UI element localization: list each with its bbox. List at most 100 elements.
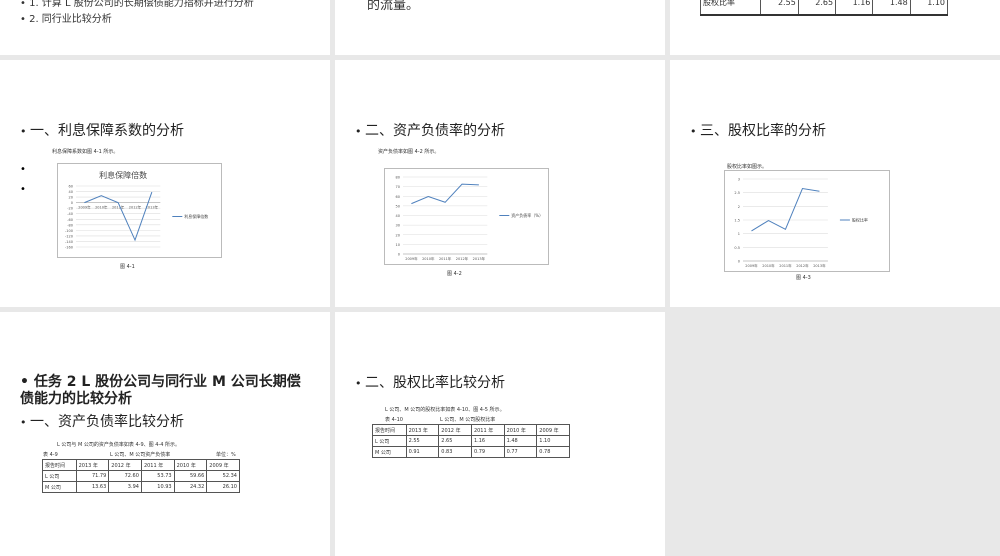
bullet-empty: • [20,164,26,175]
x-tick-label: 2013年 [813,263,826,268]
table-row: 报告时间 2013 年 2012 年 2011 年 2010 年 2009 年 [372,424,570,436]
table-cell: L 公司 [42,470,77,482]
x-tick-label: 2011年 [112,205,125,210]
table-cell: M 公司 [42,481,77,493]
x-tick-label: 2012年 [129,205,142,210]
equity-ratio-compare-table: 报告时间 2013 年 2012 年 2011 年 2010 年 2009 年L 公司 2.… [372,424,570,458]
table-cell: 2.55 [760,0,799,15]
y-tick-label: -40 [67,212,73,216]
chart-equity-ratio: 0 0.5 1 1.5 2 2.5 3 2009年 2010年 2011年 2012年 2013年 股权… [724,170,890,272]
slide-thumbnail-2[interactable]: 的流量。 [335,0,665,55]
x-tick-label: 2013年 [473,256,486,261]
x-tick-label: 2009年 [745,263,758,268]
y-tick-label: -80 [67,223,73,227]
table-cell: 报告时间 [42,459,77,471]
table-cell: 0.91 [405,446,440,458]
figure-label: 图 4-3 [796,275,811,281]
y-tick-label: 10 [396,243,400,247]
table-cell: 72.60 [108,470,142,482]
table-cell: 24.32 [173,481,208,493]
chart-title: 利息保障倍数 [99,170,147,180]
figure-label: 图 4-1 [120,264,135,270]
table-cell: 2009 年 [206,459,240,471]
table-title: L 公司、M 公司股权比率 [440,417,496,423]
slide-heading: 三、股权比率的分析 [690,120,826,140]
y-tick-label: -140 [65,240,73,244]
series-line [84,191,153,242]
y-tick-label: 40 [69,190,73,194]
table-cell: 2010 年 [503,424,538,436]
table-cell: 1.16 [470,435,505,447]
table-cell: 26.10 [206,481,240,493]
series-line [411,183,479,205]
table-row: 报告时间 2013 年 2012 年 2011 年 2010 年 2009 年 [42,459,240,471]
slide-thumbnail-4[interactable]: 一、利息保障系数的分析 利息保障系数如图 4-1 所示。 • • 利息保障倍数 -… [0,60,330,307]
table-cell: 2010 年 [173,459,208,471]
series-line [751,188,820,232]
slide-thumbnail-5[interactable]: 二、资产负债率的分析 资产负债率如图 4-2 所示。 0 10 20 30 40 50 60… [335,60,665,307]
table-cell: 71.79 [75,470,110,482]
y-tick-label: 1.5 [734,219,740,223]
table-row: M 公司 13.63 3.94 10.93 24.32 26.10 [42,481,240,493]
slide-text: 的流量。 [367,0,420,13]
legend-label: 股权比率 [852,217,868,223]
y-tick-label: -120 [65,234,73,238]
y-tick-label: 40 [396,214,400,218]
figure-label: 图 4-2 [447,271,462,277]
y-tick-label: 1 [738,232,740,236]
table-unit: 单位：% [216,452,236,458]
x-tick-label: 2011年 [779,263,792,268]
y-tick-label: 0 [738,260,740,264]
table-cell: 2.65 [797,0,837,15]
table-number: 表 4-9 [43,452,58,458]
empty-area [670,312,1000,556]
y-tick-label: 20 [396,233,400,237]
table-cell: 1.10 [909,0,949,15]
table-cell: 1.10 [536,435,570,447]
table-title: L 公司、M 公司资产负债率 [110,452,171,458]
y-tick-label: 3 [738,178,740,182]
table-cell: 2012 年 [438,424,472,436]
y-tick-label: 20 [69,196,73,200]
slide-heading: 一、利息保障系数的分析 [20,120,184,140]
slide-heading: 二、股权比率比较分析 [355,372,505,392]
bullet-empty: • [20,184,26,195]
y-tick-label: 70 [396,185,400,189]
table-cell: 2011 年 [140,459,175,471]
x-tick-label: 2009年 [405,256,418,261]
table-cell: 2013 年 [405,424,440,436]
table-cell: 53.73 [140,470,175,482]
slide-heading: • 任务 2 L 股份公司与同行业 M 公司长期偿债能力的比较分析 [20,374,301,407]
debt-ratio-compare-table: 报告时间 2013 年 2012 年 2011 年 2010 年 2009 年L 公司 71… [42,459,240,493]
y-tick-label: -20 [67,207,73,211]
y-tick-label: -160 [65,246,73,250]
slide-thumbnail-7[interactable]: • 任务 2 L 股份公司与同行业 M 公司长期偿债能力的比较分析 一、资产负债… [0,312,330,556]
slide-heading: 二、资产负债率的分析 [355,120,505,140]
equity-ratio-table: 股权比率 2.55 2.65 1.16 1.48 1.10 [699,0,949,16]
y-tick-label: -60 [67,218,73,222]
table-cell: 3.94 [108,481,142,493]
x-tick-label: 2010年 [422,256,435,261]
table-cell: 0.77 [503,446,538,458]
slide-thumbnail-8[interactable]: 二、股权比率比较分析 L 公司、M 公司的股权比率如表 4-10、图 4-5 所… [335,312,665,556]
table-cell: 2013 年 [75,459,110,471]
table-cell: 1.48 [872,0,911,15]
x-tick-label: 2010年 [762,263,775,268]
caption: 股权比率如图示。 [727,164,768,170]
y-tick-label: -100 [65,229,73,233]
table-cell: 1.48 [503,435,538,447]
table-cell: 2011 年 [470,424,505,436]
slide-subheading: 一、资产负债率比较分析 [20,411,184,431]
chart-interest-coverage: 利息保障倍数 -160 -140 -120-100 -80-60 -40-20 020 406… [57,163,222,258]
y-tick-label: 0 [71,201,73,205]
slide-thumbnail-1[interactable]: • 1. 计算 L 股份公司的长期偿债能力指标并进行分析 • 2. 同行业比较分… [0,0,330,55]
slide-thumbnail-6[interactable]: 三、股权比率的分析 股权比率如图示。 0 0.5 1 1.5 2 2.5 3 2009年 201… [670,60,1000,307]
y-tick-label: 0.5 [734,246,740,250]
table-cell: 2.55 [405,435,440,447]
y-tick-label: 2.5 [734,191,740,195]
table-row: L 公司 71.79 72.60 53.73 59.66 52.34 [42,470,240,482]
table-cell: 1.16 [835,0,874,15]
slide-thumbnail-3[interactable]: 股权比率 2.55 2.65 1.16 1.48 1.10 [670,0,1000,55]
x-tick-label: 2010年 [95,205,108,210]
table-cell: 2009 年 [536,424,570,436]
